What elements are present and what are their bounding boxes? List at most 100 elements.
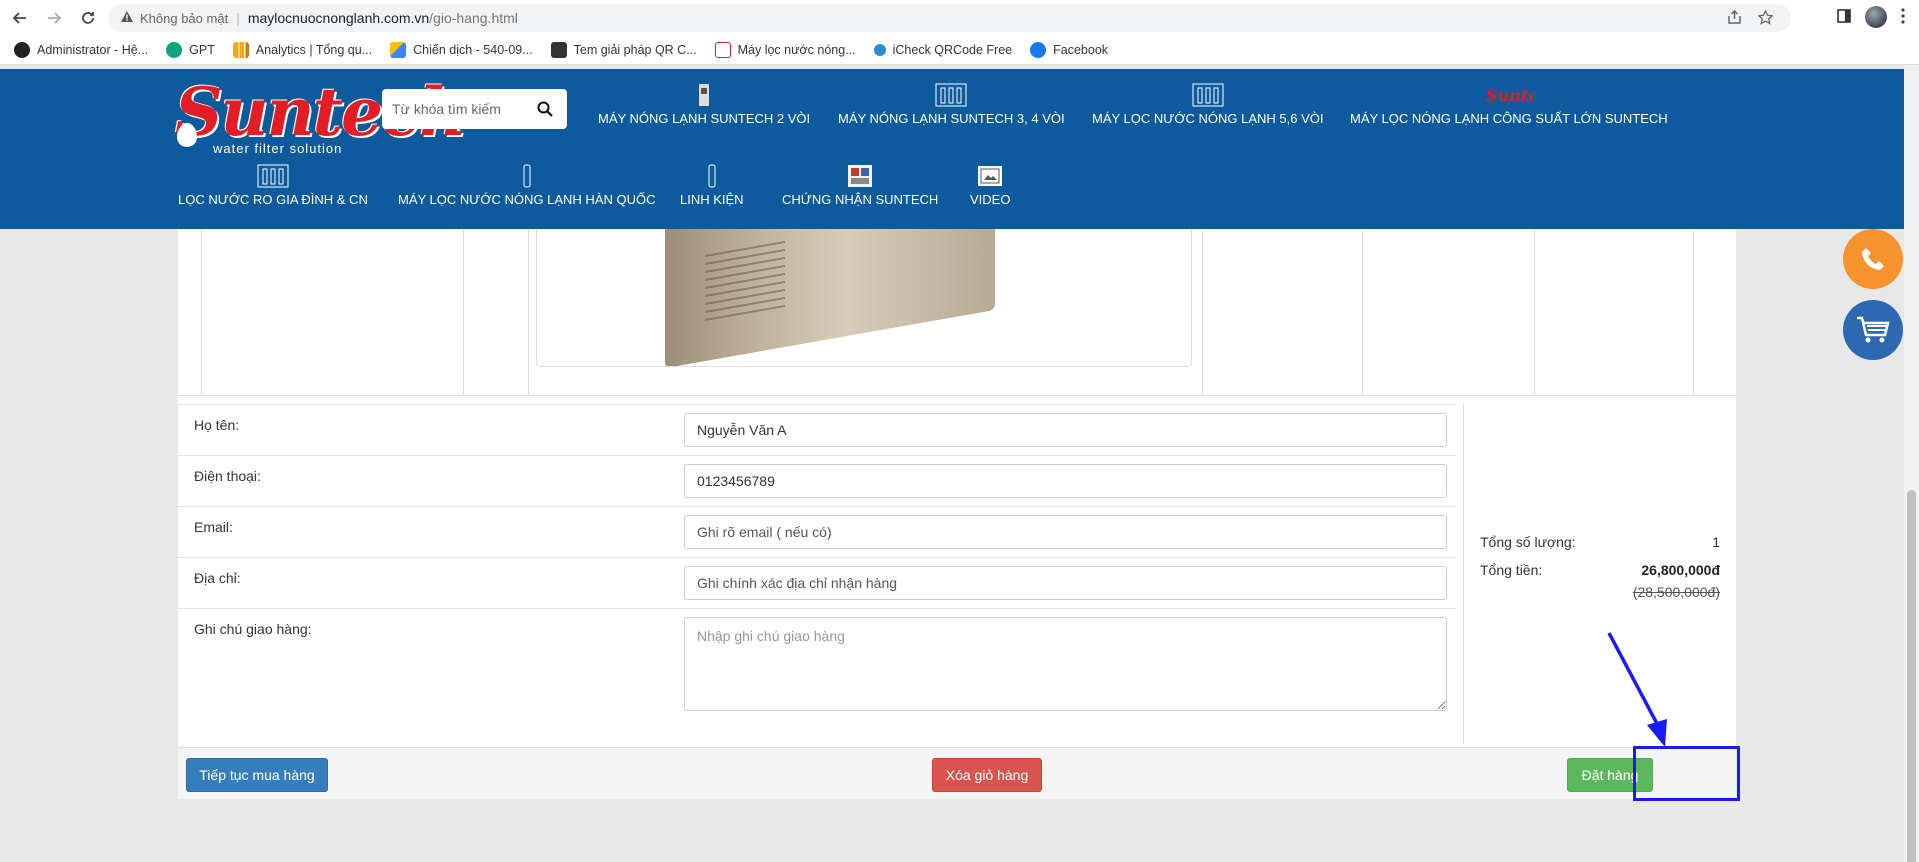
order-summary: Tổng số lượng: 1 Tổng tiền: 26,800,000đ …: [1480, 534, 1720, 600]
bookmark-favicon: [166, 41, 183, 58]
nav-cong-suat-lon[interactable]: Suntech MÁY LỌC NÓNG LẠNH CÔNG SUẤT LỚN …: [1350, 83, 1668, 126]
cart-actions: Tiếp tục mua hàng Xóa giỏ hàng Đặt hàng: [178, 747, 1736, 799]
back-icon[interactable]: [6, 4, 34, 32]
nav-label: MÁY LỌC NƯỚC NÓNG LẠNH HÀN QUỐC: [398, 192, 656, 207]
suntech-logo[interactable]: Suntech water filter solution: [165, 73, 467, 157]
filter-cartridge-icon: [708, 164, 716, 188]
nav-label: VIDEO: [970, 192, 1011, 207]
nav-may-nong-lanh-3-4-voi[interactable]: MÁY NÓNG LẠNH SUNTECH 3, 4 VÒI: [838, 83, 1065, 126]
sidebar-icon[interactable]: [1837, 8, 1851, 26]
nav-may-loc-5-6-voi[interactable]: MÁY LỌC NƯỚC NÓNG LẠNH 5,6 VÒI: [1092, 83, 1324, 126]
bookmark-facebook[interactable]: Facebook: [1030, 41, 1108, 58]
email-field[interactable]: [684, 515, 1447, 549]
nav-loc-nuoc-ro[interactable]: LỌC NƯỚC RO GIA ĐÌNH & CN: [178, 164, 368, 207]
bookmark-analytics[interactable]: Analytics | Tổng qu...: [232, 41, 373, 58]
dispenser-icon: [699, 84, 710, 106]
table-divider: [1693, 229, 1694, 396]
bookmark-label: iCheck QRCode Free: [892, 42, 1013, 57]
form-row-address: Địa chỉ:: [178, 557, 1456, 608]
certificate-icon: [848, 165, 873, 187]
url-path: /gio-hang.html: [429, 10, 518, 26]
cart-icon: [1857, 316, 1890, 343]
cart-button[interactable]: [1843, 300, 1903, 360]
total-value: 26,800,000đ: [1641, 562, 1720, 578]
table-divider: [201, 229, 202, 396]
continue-shopping-button[interactable]: Tiếp tục mua hàng: [186, 758, 328, 792]
star-icon[interactable]: [1757, 9, 1774, 29]
nav-may-nong-lanh-2-voi[interactable]: MÁY NÓNG LẠNH SUNTECH 2 VÒI: [598, 83, 810, 126]
search-input[interactable]: [382, 90, 530, 128]
bookmark-favicon: [14, 41, 30, 58]
annotation-highlight-box: [1633, 746, 1740, 801]
form-summary-divider: [1463, 404, 1464, 744]
annotation-arrow-icon: [1607, 632, 1667, 747]
logo-tagline: water filter solution: [213, 141, 343, 156]
form-row-phone: Điện thoại:: [178, 455, 1456, 506]
nav-chung-nhan[interactable]: CHỨNG NHẬN SUNTECH: [782, 164, 938, 207]
nav-label: LINH KIỆN: [680, 192, 744, 207]
forward-icon[interactable]: [40, 4, 68, 32]
table-divider: [1534, 229, 1535, 396]
share-icon[interactable]: [1727, 9, 1742, 29]
suntech-favicon: [714, 41, 731, 58]
water-drop-icon: [177, 123, 197, 147]
analytics-icon: [232, 41, 249, 58]
nav-linh-kien[interactable]: LINH KIỆN: [680, 164, 744, 207]
form-row-note: Ghi chú giao hàng:: [178, 608, 1456, 723]
address-bar[interactable]: Không bảo mật | maylocnuocnonglanh.com.v…: [108, 4, 1791, 32]
nav-label: MÁY LỌC NƯỚC NÓNG LẠNH 5,6 VÒI: [1092, 111, 1324, 126]
nav-label: MÁY NÓNG LẠNH SUNTECH 2 VÒI: [598, 111, 811, 126]
reload-icon[interactable]: [74, 4, 102, 32]
clear-cart-button[interactable]: Xóa giỏ hàng: [932, 758, 1042, 792]
phone-button[interactable]: [1843, 229, 1903, 289]
note-field[interactable]: [684, 617, 1447, 711]
qty-value: 1: [1712, 534, 1720, 550]
google-ads-icon: [390, 41, 407, 58]
bookmark-qr[interactable]: Tem giải pháp QR C...: [550, 41, 697, 58]
nav-label: MÁY LỌC NÓNG LẠNH CÔNG SUẤT LỚN SUNTECH: [1350, 111, 1668, 126]
address-field[interactable]: [684, 566, 1447, 600]
bookmark-label: GPT: [189, 42, 215, 57]
product-image: [536, 229, 1192, 367]
bookmark-admin[interactable]: Administrator - Hệ...: [14, 41, 149, 58]
dispenser-icon: [523, 164, 531, 188]
nav-video[interactable]: VIDEO: [970, 164, 1010, 207]
page-scrollbar[interactable]: [1904, 65, 1919, 862]
bookmark-label: Analytics | Tổng qu...: [255, 42, 373, 57]
search-icon[interactable]: [530, 94, 560, 124]
filter-icon: [935, 83, 967, 107]
bookmark-maylocnuoc[interactable]: Máy lọc nước nóng...: [714, 41, 856, 58]
qty-label: Tổng số lượng:: [1480, 534, 1576, 550]
phone-icon: [1862, 248, 1884, 270]
bookmark-gpt[interactable]: GPT: [166, 41, 215, 58]
menu-icon[interactable]: [1901, 7, 1905, 27]
qr-icon: [550, 41, 567, 58]
nav-han-quoc[interactable]: MÁY LỌC NƯỚC NÓNG LẠNH HÀN QUỐC: [398, 164, 656, 207]
site-header: Suntech water filter solution MÁY NÓNG L…: [0, 69, 1904, 229]
total-label: Tổng tiền:: [1480, 562, 1543, 578]
scrollbar-thumb[interactable]: [1907, 490, 1916, 862]
form-row-name: Họ tên:: [178, 404, 1456, 455]
filter-icon: [1192, 83, 1224, 107]
bookmark-label: Tem giải pháp QR C...: [573, 42, 697, 57]
email-label: Email:: [194, 519, 233, 535]
profile-avatar[interactable]: [1865, 6, 1887, 28]
old-total-price: (28,500,000đ): [1632, 584, 1720, 600]
name-field[interactable]: [684, 413, 1447, 447]
browser-toolbar: Không bảo mật | maylocnuocnonglanh.com.v…: [0, 0, 1919, 35]
bookmark-label: Chiến dịch - 540-09...: [413, 42, 533, 57]
cart-table: [178, 229, 1736, 396]
facebook-icon: [1030, 41, 1047, 58]
svg-text:Suntech: Suntech: [1486, 86, 1534, 105]
address-label: Địa chỉ:: [194, 570, 241, 586]
filter-icon: [257, 164, 289, 188]
bookmark-label: Administrator - Hệ...: [37, 42, 149, 57]
bookmark-icheck[interactable]: iCheck QRCode Free: [873, 42, 1013, 57]
table-divider: [528, 229, 529, 396]
bookmark-ads[interactable]: Chiến dịch - 540-09...: [390, 41, 533, 58]
table-divider: [1362, 229, 1363, 396]
nav-label: LỌC NƯỚC RO GIA ĐÌNH & CN: [178, 192, 368, 207]
bookmarks-bar: Administrator - Hệ... GPT Analytics | Tổ…: [0, 35, 1919, 65]
note-label: Ghi chú giao hàng:: [194, 621, 312, 637]
phone-field[interactable]: [684, 464, 1447, 498]
